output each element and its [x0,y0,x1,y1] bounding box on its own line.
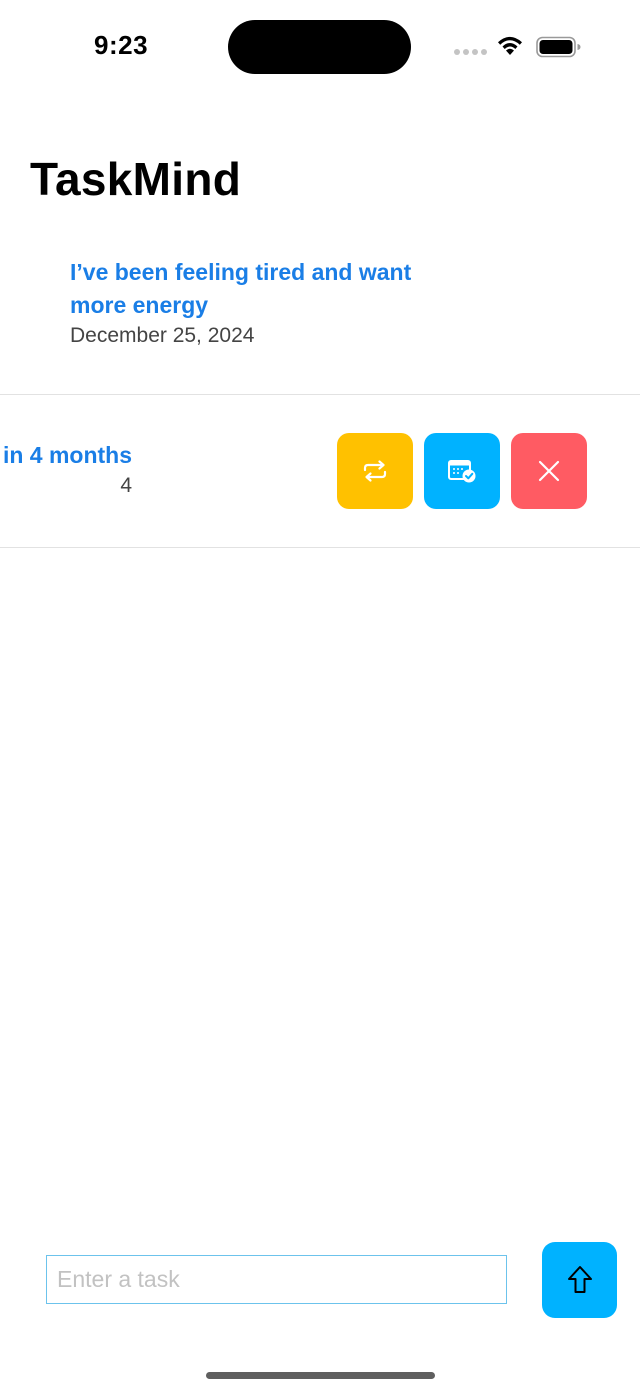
wifi-icon [498,36,522,55]
battery-icon [536,36,581,58]
repeat-icon [363,460,387,482]
repeat-button[interactable] [337,433,413,509]
send-button[interactable] [542,1242,617,1318]
task-date: December 25, 2024 [70,324,255,347]
task-title: I’ve been feeling tired and want more en… [70,259,412,318]
task-row-content[interactable]: I’ve been feeling tired and want more en… [70,256,470,350]
schedule-button[interactable] [424,433,500,509]
calendar-check-icon [448,460,476,483]
task-row-content[interactable]: in 4 months 4 [0,439,132,500]
arrow-up-icon [567,1266,592,1293]
task-row-swiped[interactable]: in 4 months 4 [0,395,640,548]
task-title: in 4 months [2,442,132,468]
delete-button[interactable] [511,433,587,509]
cellular-signal-icon [454,49,487,55]
dynamic-island [228,20,411,74]
task-date: 4 [120,474,132,497]
task-input[interactable] [46,1255,507,1304]
page-title: TaskMind [30,153,242,205]
close-icon [538,460,560,482]
status-time: 9:23 [94,30,149,60]
task-row[interactable]: I’ve been feeling tired and want more en… [0,232,640,395]
home-indicator [206,1372,435,1379]
status-bar: 9:23 [0,0,640,90]
